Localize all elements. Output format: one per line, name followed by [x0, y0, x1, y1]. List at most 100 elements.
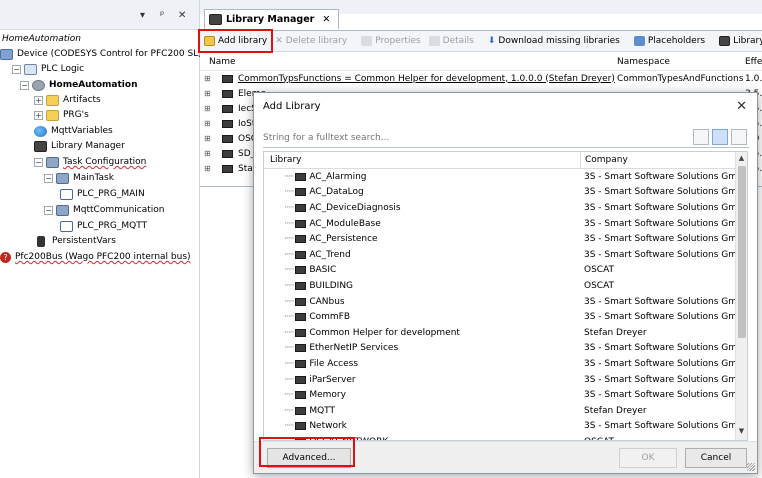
tree-item[interactable]: + PRG's — [34, 108, 89, 123]
expander-icon[interactable]: − — [44, 206, 53, 215]
col-library-header[interactable]: Library — [270, 155, 301, 165]
col-company-header[interactable]: Company — [580, 152, 628, 169]
library-list-item[interactable]: ····· BASIC OSCAT — [264, 263, 747, 279]
library-icon — [295, 391, 307, 400]
expander-icon[interactable]: + — [34, 96, 43, 105]
library-icon — [295, 266, 307, 275]
library-icon — [222, 134, 233, 143]
tree-item-label: Library Manager — [51, 141, 125, 151]
scroll-down-icon[interactable]: ▼ — [736, 427, 747, 438]
expander-icon[interactable]: ⊞ — [204, 164, 211, 173]
library-icon — [295, 250, 307, 259]
tree-item-label: Device (CODESYS Control for PFC200 SL) — [17, 49, 202, 59]
tree-item[interactable]: − Task Configuration — [34, 155, 146, 170]
library-list-item[interactable]: ····· AC_Trend 3S - Smart Software Solutio… — [264, 247, 747, 263]
list-view-icon[interactable] — [712, 129, 728, 145]
scroll-up-icon[interactable]: ▲ — [736, 154, 747, 165]
tree-item-label: Task Configuration — [63, 157, 147, 167]
tree-item[interactable]: MqttVariables — [34, 124, 113, 139]
tree-item[interactable]: Library Manager — [34, 139, 125, 154]
cancel-button[interactable]: Cancel — [685, 448, 747, 468]
placeholders-button[interactable]: Placeholders — [630, 31, 709, 51]
tree-item[interactable]: ? Pfc200Bus (Wago PFC200 internal bus) — [0, 250, 191, 265]
library-list-header: Library Company — [264, 152, 747, 169]
view-toggle-group — [693, 129, 747, 145]
tree-item[interactable]: PLC_PRG_MAIN — [60, 187, 145, 202]
category-view-icon[interactable] — [693, 129, 709, 145]
folder-icon — [46, 95, 59, 106]
resize-grip[interactable] — [747, 463, 755, 471]
library-list-item[interactable]: ····· iParServer 3S - Smart Software Solut… — [264, 372, 747, 388]
library-list-label: AC_ModuleBase — [309, 218, 381, 229]
library-list-item[interactable]: ····· AC_Persistence 3S - Smart Software S… — [264, 231, 747, 247]
pin-icon[interactable]: ᵖ — [160, 10, 164, 21]
library-list-item[interactable]: ····· CANbus 3S - Smart Software Solutions… — [264, 294, 747, 310]
tree-item[interactable]: + Artifacts — [34, 93, 101, 108]
list-scrollbar[interactable]: ▲ ▼ — [735, 152, 747, 440]
library-list-item[interactable]: ····· CommFB 3S - Smart Software Solutions… — [264, 309, 747, 325]
sort-view-icon[interactable] — [731, 129, 747, 145]
library-list-item[interactable]: ·····OSCAT NETWORKOSCAT — [264, 434, 747, 440]
library-list-label: MQTT — [309, 405, 335, 416]
tab-library-manager[interactable]: Library Manager ✕ — [204, 9, 340, 29]
advanced-button[interactable]: Advanced... — [267, 448, 351, 468]
library-list-item[interactable]: ····· AC_DeviceDiagnosis 3S - Smart Softwa… — [264, 200, 747, 216]
library-list-item[interactable]: ····· AC_DataLog 3S - Smart Software Solut… — [264, 185, 747, 201]
library-list-company: OSCAT — [584, 265, 615, 276]
tree-item[interactable]: HomeAutomation — [2, 32, 81, 47]
tree-connector: ····· — [284, 187, 294, 198]
expander-icon[interactable]: + — [34, 111, 43, 120]
library-icon — [295, 188, 307, 197]
library-list-item[interactable]: ····· AC_Alarming 3S - Smart Software Solu… — [264, 169, 747, 185]
tree-item-label: PLC_PRG_MQTT — [77, 221, 148, 231]
ok-button[interactable]: OK — [619, 448, 677, 468]
download-missing-button[interactable]: ⬇ Download missing libraries — [484, 31, 624, 51]
tree-item[interactable]: − HomeAutomation — [20, 78, 137, 93]
library-list-item[interactable]: ····· File Access 3S - Smart Software Solu… — [264, 356, 747, 372]
tree-item[interactable]: − MainTask — [44, 171, 114, 186]
expander-icon[interactable]: ⊞ — [204, 74, 211, 83]
tree-item[interactable]: − PLC Logic — [12, 62, 84, 77]
library-list-item[interactable]: ····· BUILDING OSCAT — [264, 278, 747, 294]
library-list-item[interactable]: ····· AC_ModuleBase 3S - Smart Software So… — [264, 216, 747, 232]
scroll-thumb[interactable] — [738, 166, 746, 338]
tree-item[interactable]: PersistentVars — [34, 234, 116, 249]
expander-icon[interactable]: − — [12, 65, 21, 74]
tree-connector: ····· — [284, 358, 294, 369]
library-list-item[interactable]: ····· Memory 3S - Smart Software Solutions… — [264, 387, 747, 403]
expander-icon[interactable]: ⊞ — [204, 104, 211, 113]
col-effective-header[interactable]: Effe — [745, 57, 762, 67]
library-list-item[interactable]: ····· MQTT Stefan Dreyer — [264, 403, 747, 419]
tree-item-label: PLC Logic — [41, 64, 85, 74]
pane-dropdown-icon[interactable]: ▾ — [140, 10, 145, 21]
expander-icon[interactable]: − — [44, 174, 53, 183]
col-name-header[interactable]: Name — [209, 57, 236, 67]
library-list-item[interactable]: ····· EtherNetIP Services 3S - Smart Softw… — [264, 341, 747, 357]
tree-item[interactable]: − MqttCommunication — [44, 203, 164, 218]
library-icon — [209, 14, 222, 25]
delete-library-button[interactable]: ✕ Delete library — [271, 31, 351, 51]
library-list-name: ····· AC_Alarming — [284, 172, 367, 182]
library-repository-label: Library repos — [733, 36, 762, 46]
library-repository-button[interactable]: Library repos — [715, 31, 762, 51]
library-list-item[interactable]: ····· Network 3S - Smart Software Solution… — [264, 419, 747, 435]
col-namespace-header[interactable]: Namespace — [617, 57, 670, 67]
expander-icon[interactable]: ⊞ — [204, 149, 211, 158]
close-tab-icon[interactable]: ✕ — [322, 14, 330, 25]
library-list-item[interactable]: ····· Common Helper for development Stefan… — [264, 325, 747, 341]
expander-icon[interactable]: ⊞ — [204, 89, 211, 98]
close-pane-icon[interactable]: ✕ — [178, 10, 186, 21]
tree-item[interactable]: Device (CODESYS Control for PFC200 SL) — [0, 47, 202, 62]
expander-icon[interactable]: − — [34, 158, 43, 167]
expander-icon[interactable]: ⊞ — [204, 134, 211, 143]
expander-icon[interactable]: − — [20, 81, 29, 90]
tree-item[interactable]: PLC_PRG_MQTT — [60, 219, 147, 234]
close-dialog-icon[interactable]: ✕ — [736, 93, 747, 121]
library-row[interactable]: ⊞ CommonTypsFunctions = Common Helper for… — [200, 71, 762, 86]
fulltext-search-input[interactable] — [263, 132, 663, 143]
expander-icon[interactable]: ⊞ — [204, 119, 211, 128]
tree-item-label: PersistentVars — [52, 236, 116, 246]
properties-button[interactable]: Properties — [357, 31, 424, 51]
details-button[interactable]: Details — [425, 31, 478, 51]
add-library-button[interactable]: Add library — [197, 29, 274, 53]
